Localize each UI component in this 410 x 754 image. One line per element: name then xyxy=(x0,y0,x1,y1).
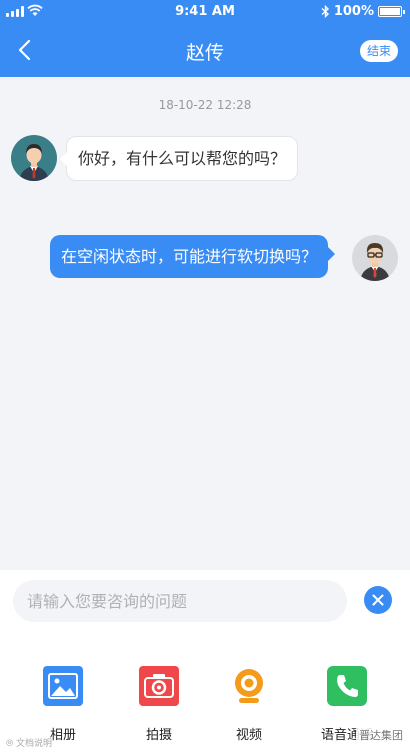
message-timestamp: 18-10-22 12:28 xyxy=(158,98,252,112)
chat-screen: 9:41 AM 100% 赵传 结束 18-10-22 12:28 你好，有什么… xyxy=(0,0,410,754)
end-chat-button[interactable]: 结束 xyxy=(360,40,398,62)
close-button[interactable] xyxy=(364,586,392,614)
top-bar: 9:41 AM 100% 赵传 结束 xyxy=(0,0,410,77)
video-button[interactable]: 视频 xyxy=(209,666,289,743)
battery-icon xyxy=(378,6,405,17)
question-input[interactable] xyxy=(13,580,347,622)
camera-label: 拍摄 xyxy=(145,728,172,743)
video-label: 视频 xyxy=(235,728,262,743)
phone-icon xyxy=(327,666,367,706)
watermark-left: ⦾ 文档说明 xyxy=(6,739,53,749)
close-icon xyxy=(372,594,384,606)
agent-avatar xyxy=(11,135,57,181)
composer-panel: 相册 拍摄 xyxy=(0,570,410,754)
watermark-right: 晋达集团 xyxy=(356,726,406,744)
album-button[interactable]: 相册 xyxy=(23,666,103,743)
battery-percent: 100% xyxy=(333,4,374,19)
camera-button[interactable]: 拍摄 xyxy=(119,666,199,743)
bluetooth-icon xyxy=(321,5,329,18)
status-bar: 9:41 AM 100% xyxy=(0,0,410,24)
outgoing-message-bubble: 在空闲状态时，可能进行软切换吗？ xyxy=(50,235,336,278)
back-icon[interactable] xyxy=(14,38,38,62)
album-icon xyxy=(43,666,83,706)
video-icon xyxy=(229,666,269,706)
user-avatar xyxy=(352,235,398,281)
incoming-message-bubble: 你好，有什么可以帮您的吗？ xyxy=(59,136,299,181)
camera-icon xyxy=(139,666,179,706)
page-title: 赵传 xyxy=(185,42,224,64)
